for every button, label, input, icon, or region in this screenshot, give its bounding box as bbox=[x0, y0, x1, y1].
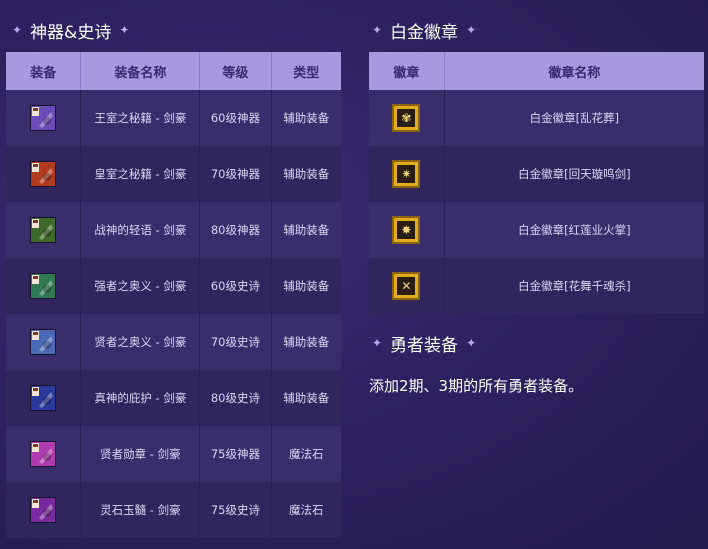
sword-badge-icon: ✕ bbox=[392, 272, 421, 300]
badge-icon-cell: ✾ bbox=[369, 90, 445, 146]
equipment-type: 魔法石 bbox=[271, 482, 341, 538]
flame-badge-icon: ✸ bbox=[392, 216, 421, 244]
scroll-icon bbox=[30, 273, 57, 299]
equipment-row: 真神的庇护 - 剑豪 80级史诗 辅助装备 bbox=[6, 370, 341, 426]
equipment-level: 70级史诗 bbox=[199, 314, 272, 370]
equipment-icon-cell bbox=[6, 314, 82, 370]
equipment-row: 贤者之奥义 - 剑豪 70级史诗 辅助装备 bbox=[6, 314, 341, 370]
equipment-type: 魔法石 bbox=[271, 426, 341, 482]
badge-row: ✷ 白金徽章[回天璇鸣剑] bbox=[369, 146, 704, 202]
equipment-icon-cell bbox=[6, 426, 82, 482]
spellbook-icon bbox=[30, 105, 57, 131]
medal-icon bbox=[30, 441, 57, 467]
badge-glyph-icon: ✾ bbox=[397, 109, 416, 127]
badge-row: ✕ 白金徽章[花舞千魂杀] bbox=[369, 258, 704, 314]
equipment-table: 装备 装备名称 等级 类型 王室之秘籍 - 剑豪 60级神器 辅助装备 皇室之秘籍 -… bbox=[6, 52, 341, 538]
orb-icon bbox=[30, 385, 57, 411]
col-header-level: 等级 bbox=[199, 52, 272, 90]
equipment-icon-cell bbox=[6, 258, 82, 314]
equipment-row: 王室之秘籍 - 剑豪 60级神器 辅助装备 bbox=[6, 90, 341, 146]
section-title-artifacts: ✦ 神器&史诗 ✦ bbox=[4, 18, 137, 43]
equipment-table-header: 装备 装备名称 等级 类型 bbox=[6, 52, 341, 90]
equipment-name: 战神的轻语 - 剑豪 bbox=[80, 202, 201, 258]
equipment-row: 强者之奥义 - 剑豪 60级史诗 辅助装备 bbox=[6, 258, 341, 314]
diamond-deco-icon: ✦ bbox=[12, 23, 23, 37]
badge-icon-cell: ✕ bbox=[369, 258, 445, 314]
col-header-badge-name: 徽章名称 bbox=[444, 52, 704, 90]
section-title-hero: ✦ 勇者装备 ✦ bbox=[364, 331, 484, 356]
diamond-deco-icon: ✦ bbox=[372, 23, 383, 37]
badge-name: 白金徽章[红莲业火掌] bbox=[444, 202, 704, 258]
equipment-name: 贤者之奥义 - 剑豪 bbox=[80, 314, 201, 370]
badge-row: ✾ 白金徽章[乱花葬] bbox=[369, 90, 704, 146]
equipment-row: 皇室之秘籍 - 剑豪 70级神器 辅助装备 bbox=[6, 146, 341, 202]
spin-badge-icon: ✷ bbox=[392, 160, 421, 188]
equipment-name: 灵石玉髓 - 剑豪 bbox=[80, 482, 201, 538]
diamond-deco-icon: ✦ bbox=[466, 23, 477, 37]
equipment-level: 60级史诗 bbox=[199, 258, 272, 314]
badge-name: 白金徽章[乱花葬] bbox=[444, 90, 704, 146]
equipment-name: 真神的庇护 - 剑豪 bbox=[80, 370, 201, 426]
badge-table-header: 徽章 徽章名称 bbox=[369, 52, 704, 90]
badge-name: 白金徽章[回天璇鸣剑] bbox=[444, 146, 704, 202]
artifacts-title: 神器&史诗 bbox=[30, 22, 112, 43]
equipment-row: 贤者勋章 - 剑豪 75级神器 魔法石 bbox=[6, 426, 341, 482]
equipment-icon-cell bbox=[6, 90, 82, 146]
equipment-level: 75级神器 bbox=[199, 426, 272, 482]
badge-glyph-icon: ✷ bbox=[397, 165, 416, 183]
diamond-deco-icon: ✦ bbox=[119, 23, 130, 37]
flower-badge-icon: ✾ bbox=[392, 104, 421, 132]
feather-icon bbox=[30, 329, 57, 355]
badge-row: ✸ 白金徽章[红莲业火掌] bbox=[369, 202, 704, 258]
horn-icon bbox=[30, 217, 57, 243]
diamond-deco-icon: ✦ bbox=[466, 336, 477, 350]
platinum-title: 白金徽章 bbox=[390, 22, 459, 43]
col-header-equip: 装备 bbox=[6, 52, 82, 90]
equipment-level: 70级神器 bbox=[199, 146, 272, 202]
col-header-type: 类型 bbox=[271, 52, 341, 90]
col-header-name: 装备名称 bbox=[80, 52, 201, 90]
equipment-name: 皇室之秘籍 - 剑豪 bbox=[80, 146, 201, 202]
badge-glyph-icon: ✕ bbox=[397, 277, 416, 295]
equipment-type: 辅助装备 bbox=[271, 314, 341, 370]
diamond-deco-icon: ✦ bbox=[372, 336, 383, 350]
hero-title: 勇者装备 bbox=[390, 335, 459, 356]
equipment-level: 60级神器 bbox=[199, 90, 272, 146]
equipment-type: 辅助装备 bbox=[271, 370, 341, 426]
section-title-platinum: ✦ 白金徽章 ✦ bbox=[364, 18, 484, 43]
equipment-level: 80级史诗 bbox=[199, 370, 272, 426]
badge-glyph-icon: ✸ bbox=[397, 221, 416, 239]
equipment-level: 80级神器 bbox=[199, 202, 272, 258]
equipment-type: 辅助装备 bbox=[271, 202, 341, 258]
gem-icon bbox=[30, 497, 57, 523]
equipment-type: 辅助装备 bbox=[271, 258, 341, 314]
equipment-row: 灵石玉髓 - 剑豪 75级史诗 魔法石 bbox=[6, 482, 341, 538]
equipment-icon-cell bbox=[6, 370, 82, 426]
badge-table: 徽章 徽章名称 ✾ 白金徽章[乱花葬] ✷ 白金徽章[回天璇鸣剑] ✸ 白金徽章[红莲业火… bbox=[369, 52, 704, 314]
equipment-name: 贤者勋章 - 剑豪 bbox=[80, 426, 201, 482]
equipment-icon-cell bbox=[6, 146, 82, 202]
badge-icon-cell: ✸ bbox=[369, 202, 445, 258]
equipment-icon-cell bbox=[6, 482, 82, 538]
spellbook-icon bbox=[30, 161, 57, 187]
equipment-type: 辅助装备 bbox=[271, 90, 341, 146]
badge-name: 白金徽章[花舞千魂杀] bbox=[444, 258, 704, 314]
equipment-level: 75级史诗 bbox=[199, 482, 272, 538]
equipment-icon-cell bbox=[6, 202, 82, 258]
equipment-name: 王室之秘籍 - 剑豪 bbox=[80, 90, 201, 146]
equipment-name: 强者之奥义 - 剑豪 bbox=[80, 258, 201, 314]
equipment-type: 辅助装备 bbox=[271, 146, 341, 202]
equipment-row: 战神的轻语 - 剑豪 80级神器 辅助装备 bbox=[6, 202, 341, 258]
hero-description: 添加2期、3期的所有勇者装备。 bbox=[369, 377, 584, 395]
col-header-badge: 徽章 bbox=[369, 52, 445, 90]
badge-icon-cell: ✷ bbox=[369, 146, 445, 202]
